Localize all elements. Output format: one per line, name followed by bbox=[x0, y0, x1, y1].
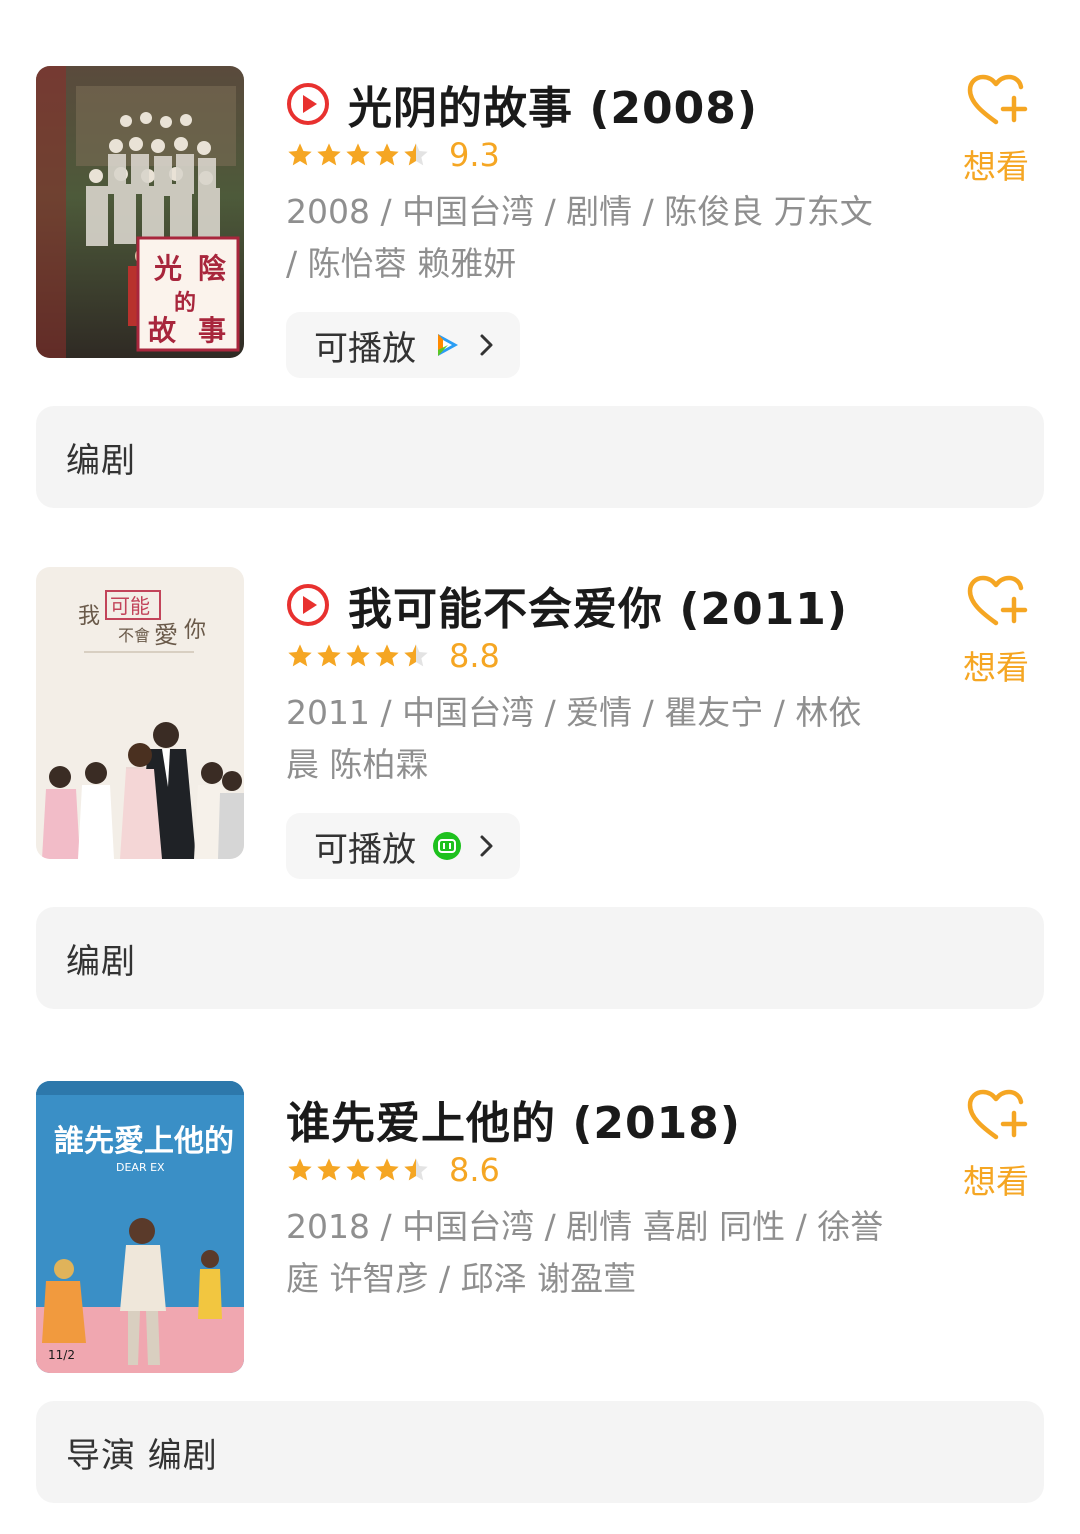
poster-text-3: 11/2 bbox=[48, 1348, 75, 1362]
movie-poster[interactable]: 我 可能 不會 愛 你 bbox=[36, 567, 244, 859]
title-row[interactable]: 谁先爱上他的 (2018) bbox=[286, 1087, 741, 1151]
poster-image: 誰先愛上他的 DEAR EX 11/2 bbox=[36, 1081, 244, 1373]
movie-title: 我可能不会爱你 (2011) bbox=[348, 584, 848, 635]
heart-plus-icon bbox=[967, 74, 1028, 125]
movie-title: 光阴的故事 (2008) bbox=[348, 83, 758, 134]
star-icon bbox=[375, 143, 399, 166]
poster-text-2: DEAR EX bbox=[116, 1161, 165, 1174]
title-row[interactable]: 光阴的故事 (2008) bbox=[286, 72, 758, 136]
credit-role: 导演 编剧 bbox=[66, 1435, 218, 1476]
star-rating bbox=[286, 141, 431, 169]
movie-meta: 2011 / 中国台湾 / 爱情 / 瞿友宁 / 林依晨 陈柏霖 bbox=[286, 693, 862, 784]
star-icon bbox=[346, 143, 370, 166]
chevron-right-icon bbox=[480, 835, 493, 857]
title-row[interactable]: 我可能不会爱你 (2011) bbox=[286, 573, 848, 637]
play-circle-icon bbox=[287, 83, 329, 125]
movie-list: 光 陰 的 故 事 光阴的故事 (2008) 9.3 2008 / 中国台湾 /… bbox=[0, 0, 1080, 1534]
playable-label: 可播放 bbox=[314, 328, 416, 369]
movie-meta: 2018 / 中国台湾 / 剧情 喜剧 同性 / 徐誉庭 许智彦 / 邱泽 谢盈… bbox=[286, 1207, 884, 1298]
star-icon bbox=[288, 1158, 312, 1181]
rating: 9.3 bbox=[286, 136, 500, 174]
star-rating bbox=[286, 1156, 431, 1184]
want-to-watch-button[interactable]: 想看 bbox=[958, 72, 1034, 188]
tencent-video-icon bbox=[438, 334, 458, 356]
star-icon bbox=[317, 143, 341, 166]
rating-score: 8.8 bbox=[449, 637, 500, 675]
poster-text-1: 我 bbox=[78, 604, 100, 629]
star-icon bbox=[317, 1158, 341, 1181]
credit-role-bar: 编剧 bbox=[36, 406, 1044, 508]
poster-text-2: 陰 bbox=[198, 252, 227, 285]
poster-text-4: 愛 bbox=[154, 621, 178, 649]
want-label: 想看 bbox=[963, 147, 1029, 186]
star-icon bbox=[346, 1158, 370, 1181]
star-icon bbox=[288, 143, 312, 166]
want-label: 想看 bbox=[963, 1162, 1029, 1201]
poster-text-1: 誰先愛上他的 bbox=[54, 1124, 234, 1159]
star-rating bbox=[286, 642, 431, 670]
want-to-watch-button[interactable]: 想看 bbox=[958, 573, 1034, 689]
star-icon bbox=[346, 644, 370, 667]
credit-role: 编剧 bbox=[66, 440, 136, 481]
rating-score: 8.6 bbox=[449, 1151, 500, 1189]
half-star-icon bbox=[404, 143, 428, 166]
star-icon bbox=[288, 644, 312, 667]
poster-text-1: 光 bbox=[153, 252, 182, 285]
heart-plus-icon bbox=[967, 1089, 1028, 1140]
poster-text-3: 不會 bbox=[118, 626, 150, 645]
star-icon bbox=[375, 1158, 399, 1181]
playable-button[interactable]: 可播放 bbox=[286, 312, 520, 378]
star-icon bbox=[317, 644, 341, 667]
poster-text-2: 可能 bbox=[110, 594, 150, 618]
movie-meta: 2008 / 中国台湾 / 剧情 / 陈俊良 万东文 / 陈怡蓉 赖雅妍 bbox=[286, 192, 873, 283]
iqiyi-icon bbox=[433, 832, 461, 860]
want-label: 想看 bbox=[963, 648, 1029, 687]
want-to-watch-button[interactable]: 想看 bbox=[958, 1087, 1034, 1203]
credit-role-bar: 导演 编剧 bbox=[36, 1401, 1044, 1503]
star-icon bbox=[375, 644, 399, 667]
rating: 8.6 bbox=[286, 1151, 500, 1189]
poster-text-3: 的 bbox=[174, 290, 196, 316]
poster-image: 我 可能 不會 愛 你 bbox=[36, 567, 244, 859]
poster-text-5: 你 bbox=[184, 618, 206, 643]
movie-poster[interactable]: 誰先愛上他的 DEAR EX 11/2 bbox=[36, 1081, 244, 1373]
credit-role: 编剧 bbox=[66, 941, 136, 982]
rating: 8.8 bbox=[286, 637, 500, 675]
poster-text-5: 事 bbox=[198, 314, 226, 347]
movie-poster[interactable]: 光 陰 的 故 事 bbox=[36, 66, 244, 358]
chevron-right-icon bbox=[480, 334, 493, 356]
credit-role-bar: 编剧 bbox=[36, 907, 1044, 1009]
movie-title: 谁先爱上他的 (2018) bbox=[286, 1098, 741, 1149]
playable-label: 可播放 bbox=[314, 829, 416, 870]
heart-plus-icon bbox=[967, 575, 1028, 626]
half-star-icon bbox=[404, 1158, 428, 1181]
poster-image: 光 陰 的 故 事 bbox=[36, 66, 244, 358]
half-star-icon bbox=[404, 644, 428, 667]
playable-button[interactable]: 可播放 bbox=[286, 813, 520, 879]
poster-text-4: 故 bbox=[148, 314, 176, 347]
play-circle-icon bbox=[287, 584, 329, 626]
rating-score: 9.3 bbox=[449, 136, 500, 174]
